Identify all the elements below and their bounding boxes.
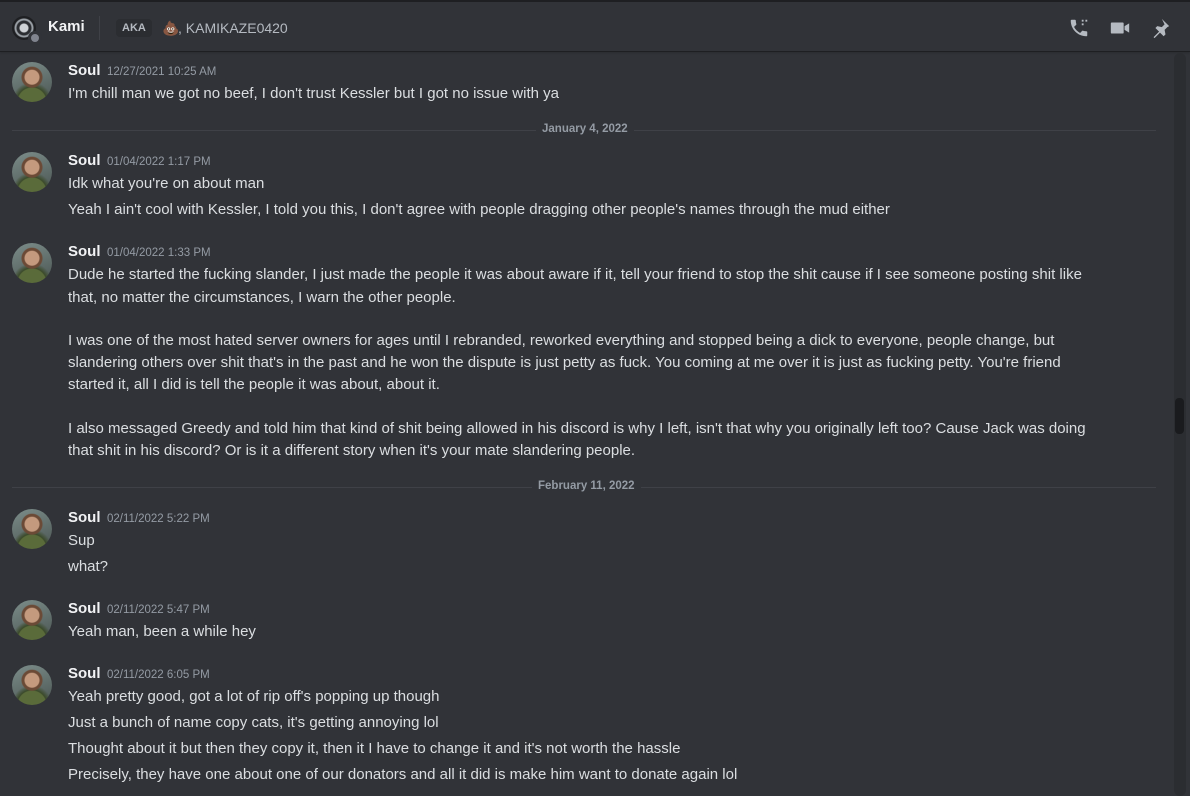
message-text: Yeah pretty good, got a lot of rip off's… bbox=[68, 688, 440, 705]
message-list[interactable]: Soul 12/27/2021 10:25 AM I'm chill man w… bbox=[0, 51, 1172, 796]
aka-names: , KAMIKAZE0420 bbox=[178, 20, 288, 36]
header-divider bbox=[99, 16, 100, 40]
dm-header: Kami AKA 💩 , KAMIKAZE0420 bbox=[0, 0, 1190, 51]
message-timestamp: 01/04/2022 1:33 PM bbox=[107, 247, 211, 259]
video-call-icon[interactable] bbox=[1109, 17, 1131, 39]
message-timestamp: 02/11/2022 5:22 PM bbox=[107, 513, 210, 525]
avatar[interactable] bbox=[12, 152, 52, 192]
pin-icon[interactable] bbox=[1149, 17, 1171, 39]
message-text: Sup bbox=[68, 532, 95, 549]
poop-emoji-icon: 💩 bbox=[162, 20, 180, 36]
dm-username[interactable]: Kami bbox=[48, 18, 85, 35]
author-name[interactable]: Soul bbox=[68, 665, 101, 682]
author-name[interactable]: Soul bbox=[68, 509, 101, 526]
message-timestamp: 12/27/2021 10:25 AM bbox=[107, 66, 217, 78]
message-text: Thought about it but then they copy it, … bbox=[68, 740, 681, 757]
message-text: that, no matter the circumstances, I war… bbox=[68, 289, 456, 306]
message-text: Dude he started the fucking slander, I j… bbox=[68, 266, 1082, 283]
aka-badge: AKA bbox=[116, 19, 152, 37]
message-text: that shit in his discord? Or is it a dif… bbox=[68, 442, 636, 459]
message-timestamp: 02/11/2022 6:05 PM bbox=[107, 669, 210, 681]
message-timestamp: 01/04/2022 1:17 PM bbox=[107, 156, 211, 168]
message-text: slandering others over shit that's in th… bbox=[68, 354, 1061, 371]
message-text: I'm chill man we got no beef, I don't tr… bbox=[68, 85, 559, 102]
author-name[interactable]: Soul bbox=[68, 152, 101, 169]
phone-call-icon[interactable] bbox=[1068, 17, 1090, 39]
author-name[interactable]: Soul bbox=[68, 62, 101, 79]
author-name[interactable]: Soul bbox=[68, 600, 101, 617]
message-text: I was one of the most hated server owner… bbox=[68, 332, 1055, 349]
message-text: Precisely, they have one about one of ou… bbox=[68, 766, 738, 783]
avatar[interactable] bbox=[12, 243, 52, 283]
avatar[interactable] bbox=[12, 600, 52, 640]
message-text: what? bbox=[68, 558, 109, 575]
scrollbar-thumb[interactable] bbox=[1175, 398, 1184, 434]
message-text: Yeah I ain't cool with Kessler, I told y… bbox=[68, 201, 890, 218]
message-timestamp: 02/11/2022 5:47 PM bbox=[107, 604, 210, 616]
avatar[interactable] bbox=[12, 509, 52, 549]
message-text: Yeah man, been a while hey bbox=[68, 623, 256, 640]
message-text: Idk what you're on about man bbox=[68, 175, 265, 192]
author-name[interactable]: Soul bbox=[68, 243, 101, 260]
message-text: started it, all I did is tell the people… bbox=[68, 376, 440, 393]
message-text: I also messaged Greedy and told him that… bbox=[68, 420, 1086, 437]
message-text: Just a bunch of name copy cats, it's get… bbox=[68, 714, 439, 731]
date-divider-label: February 11, 2022 bbox=[532, 480, 641, 492]
avatar[interactable] bbox=[12, 665, 52, 705]
avatar[interactable] bbox=[12, 62, 52, 102]
date-divider-label: January 4, 2022 bbox=[536, 123, 634, 135]
offline-status-icon bbox=[28, 31, 42, 45]
